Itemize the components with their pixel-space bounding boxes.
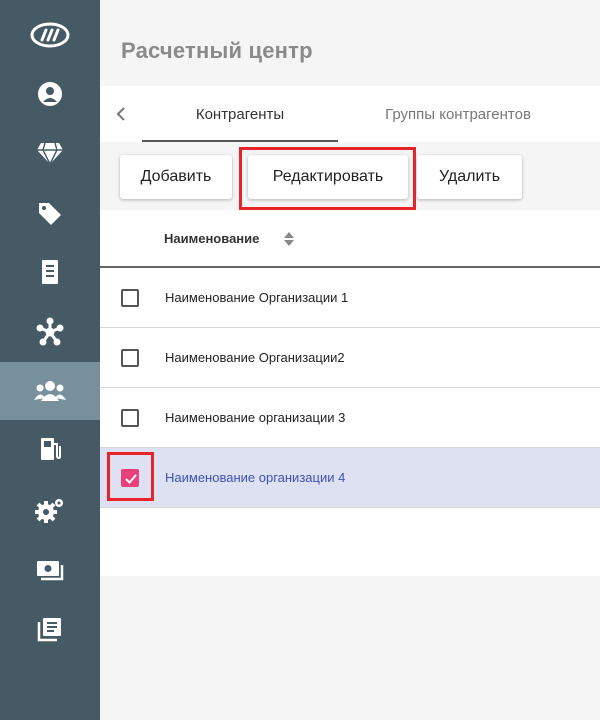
row-name: Наименование организации 4 (165, 470, 346, 485)
row-checkbox[interactable] (121, 349, 139, 367)
sidebar (0, 0, 100, 720)
table-row[interactable]: Наименование Организации2 (100, 328, 600, 388)
table-row[interactable]: Наименование организации 3 (100, 388, 600, 448)
table-row-selected[interactable]: Наименование организации 4 (100, 448, 600, 508)
gears-icon (35, 499, 63, 523)
sidebar-item-fuel[interactable] (0, 420, 100, 478)
row-checkbox[interactable] (121, 409, 139, 427)
tab-counterparties[interactable]: Контрагенты (142, 86, 338, 142)
row-checkbox[interactable] (121, 289, 139, 307)
tab-scroll-back[interactable] (110, 100, 132, 128)
sidebar-item-profile[interactable] (0, 65, 100, 123)
table-header: Наименование (100, 210, 600, 268)
sidebar-item-documents[interactable] (0, 243, 100, 301)
main-content: Расчетный центр Контрагенты Группы контр… (100, 0, 600, 720)
tab-counterparty-groups[interactable]: Группы контрагентов (358, 86, 558, 142)
sidebar-item-payments[interactable] (0, 541, 100, 599)
table-row[interactable]: Наименование Организации 1 (100, 268, 600, 328)
counterparties-table: Наименование Наименование Организации 1 … (100, 210, 600, 576)
chevron-left-icon (116, 107, 125, 121)
sidebar-item-network[interactable] (0, 303, 100, 361)
sidebar-item-reports[interactable] (0, 600, 100, 658)
add-button[interactable]: Добавить (120, 155, 232, 199)
column-header-name[interactable]: Наименование (164, 231, 259, 246)
checkmark-icon (125, 474, 137, 484)
network-icon (36, 317, 64, 346)
sidebar-item-counterparties[interactable] (0, 362, 100, 420)
delete-button[interactable]: Удалить (417, 155, 522, 199)
page-header: Расчетный центр (100, 6, 600, 86)
page-title: Расчетный центр (121, 38, 313, 63)
fuel-pump-icon (41, 438, 61, 460)
user-icon (38, 82, 62, 106)
sort-icon[interactable] (283, 231, 295, 247)
sidebar-item-tariffs[interactable] (0, 185, 100, 243)
edit-button[interactable]: Редактировать (248, 155, 408, 199)
sidebar-item-loyalty[interactable] (0, 124, 100, 182)
receipt-icon (42, 260, 58, 284)
diamond-icon (37, 142, 63, 165)
sidebar-item-settings[interactable] (0, 481, 100, 539)
toolbar: Добавить Редактировать Удалить (100, 142, 600, 210)
sidebar-logo[interactable] (0, 6, 100, 64)
app-window: Расчетный центр Контрагенты Группы контр… (0, 0, 600, 720)
users-icon (34, 381, 66, 401)
logo-icon (30, 22, 70, 48)
tab-bar: Контрагенты Группы контрагентов (100, 86, 600, 142)
ledger-icon (37, 618, 61, 642)
row-name: Наименование Организации 1 (165, 290, 349, 305)
row-name: Наименование организации 3 (165, 410, 346, 425)
cash-icon (37, 561, 64, 581)
row-name: Наименование Организации2 (165, 350, 345, 365)
tags-icon (39, 203, 61, 225)
row-checkbox-checked[interactable] (121, 469, 139, 487)
